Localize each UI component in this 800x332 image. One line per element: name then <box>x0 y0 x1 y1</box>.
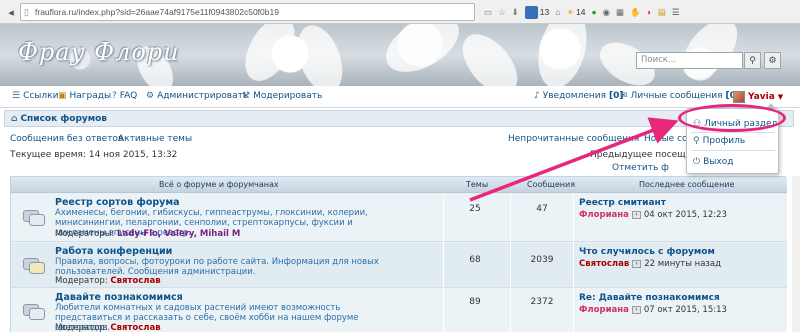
nav-links[interactable]: ☰ Ссылки <box>12 91 58 101</box>
forum-navbar: ☰ Ссылки ▣ Награды ? FAQ ⚙ Администрировать … <box>0 86 800 108</box>
column-divider <box>443 194 444 332</box>
last-post-meta: Святослав › 22 минуты назад <box>579 259 722 269</box>
column-divider <box>573 194 574 332</box>
nav-awards[interactable]: ▣ Награды <box>58 91 111 101</box>
posts-count: 2039 <box>530 255 554 265</box>
forum-title[interactable]: Реестр сортов форума <box>55 197 180 208</box>
user-icon: ⚲ <box>693 136 700 146</box>
page-scrollbar[interactable] <box>792 176 800 332</box>
header-last-post: Последнее сообщение <box>639 180 735 189</box>
site-header-banner: Фрау Флори Поиск... ⚲ ⚙ <box>0 24 800 86</box>
breadcrumb: ⌂ Список форумов <box>4 110 794 127</box>
mail-badge[interactable]: 13 <box>524 5 549 19</box>
nav-faq[interactable]: ? FAQ <box>112 91 137 101</box>
forum-description: Правила, вопросы, фотоуроки по работе са… <box>55 257 379 277</box>
hand-icon[interactable]: ✋ <box>630 7 641 18</box>
forum-moderators: Модераторы: Lady-Flo, Valery, Mihail M <box>55 229 241 239</box>
header-topics: Темы <box>466 180 489 189</box>
address-bar[interactable]: ▯ frauflora.ru/index.php?sid=26aae74af91… <box>20 3 475 21</box>
link-unanswered[interactable]: Сообщения без ответов <box>10 134 123 144</box>
breadcrumb-index[interactable]: ⌂ Список форумов <box>11 114 107 124</box>
last-post-meta: Флориана › 04 окт 2015, 12:23 <box>579 210 727 220</box>
menu-divider <box>691 150 775 151</box>
grid-icon[interactable]: ▦ <box>616 7 624 18</box>
last-post-title[interactable]: Что случилось с форумом <box>579 247 715 257</box>
page-icon: ▯ <box>24 7 29 17</box>
help-icon: ? <box>112 91 117 101</box>
table-row: Работа конференции Правила, вопросы, фот… <box>11 243 787 288</box>
menu-item-logout[interactable]: ⏻ Выход <box>693 157 733 167</box>
forum-locked-icon <box>23 255 45 275</box>
weather-badge[interactable]: ☀ 14 <box>566 7 585 18</box>
home-icon[interactable]: ⌂ <box>555 7 560 17</box>
nav-notifications[interactable]: ♪ Уведомления [0] <box>534 91 624 101</box>
menu-item-profile[interactable]: ⚲ Профиль <box>693 136 745 146</box>
mark-read-link[interactable]: Отметить ф <box>612 163 669 173</box>
forum-title[interactable]: Давайте познакомимся <box>55 292 183 303</box>
last-post-title[interactable]: Re: Давайте познакомимся <box>579 293 720 303</box>
caret-down-icon: ▼ <box>777 93 784 101</box>
pocket-icon[interactable]: ◗ <box>647 7 652 17</box>
current-time: Текущее время: 14 ноя 2015, 13:32 <box>10 150 178 160</box>
table-row: Реестр сортов форума Ахименесы, бегонии,… <box>11 194 787 242</box>
link-active-topics[interactable]: Активные темы <box>118 134 192 144</box>
topics-count: 89 <box>469 297 481 307</box>
back-icon[interactable]: ◂ <box>2 3 20 21</box>
goto-post-icon[interactable]: › <box>632 260 642 268</box>
posts-count: 47 <box>536 204 548 214</box>
downloads-icon[interactable]: ⬇ <box>512 7 519 18</box>
browser-toolbar: ◂ ▯ frauflora.ru/index.php?sid=26aae74af… <box>0 0 800 24</box>
power-icon: ⏻ <box>693 157 701 167</box>
forum-moderators: Модератор: Святослав <box>55 276 161 286</box>
reader-icon[interactable]: ▭ <box>484 7 492 18</box>
url-text: frauflora.ru/index.php?sid=26aae74af9175… <box>35 7 279 17</box>
last-visit: Предыдущее посещен <box>590 150 698 160</box>
table-row: Давайте познакомимся Любители комнатных … <box>11 289 787 332</box>
forum-read-icon <box>23 207 45 227</box>
nav-moderate[interactable]: ⚒ Модерировать <box>242 91 322 101</box>
gear-icon: ⚙ <box>146 91 155 101</box>
goto-post-icon[interactable]: › <box>631 211 641 219</box>
avatar <box>733 91 745 103</box>
header-forum[interactable]: Всё о форуме и форумчанах <box>159 180 279 189</box>
forum-title[interactable]: Работа конференции <box>55 246 172 257</box>
column-divider <box>510 194 511 332</box>
award-icon: ▣ <box>58 91 67 101</box>
last-post-meta: Флориана › 07 окт 2015, 15:13 <box>579 305 727 315</box>
extension-icon[interactable]: ● <box>591 7 596 17</box>
camera-icon[interactable]: ◉ <box>603 7 610 18</box>
link-unread[interactable]: Непрочитанные сообщения <box>508 134 639 144</box>
forum-moderators: Модератор: Святослав <box>55 323 161 332</box>
posts-count: 2372 <box>530 297 554 307</box>
gavel-icon: ⚒ <box>242 91 251 101</box>
site-logo[interactable]: Фрау Флори <box>18 38 180 66</box>
link-new-posts[interactable]: Новые со <box>644 134 688 144</box>
search-icon[interactable]: ⚲ <box>744 52 761 69</box>
last-post-title[interactable]: Реестр смитиант <box>579 198 666 208</box>
annotation-ellipse <box>678 104 786 132</box>
goto-post-icon[interactable]: › <box>631 306 641 314</box>
bookmark-star-icon[interactable]: ☆ <box>498 7 506 18</box>
menu-icon: ☰ <box>12 91 21 101</box>
gear-icon[interactable]: ⚙ <box>764 52 781 69</box>
nav-admin[interactable]: ⚙ Администрировать <box>146 91 248 101</box>
header-posts: Сообщения <box>527 180 576 189</box>
nav-private-messages[interactable]: ✉Личные сообщения [0] <box>620 91 740 101</box>
topics-count: 25 <box>469 204 481 214</box>
bell-icon: ♪ <box>534 91 540 101</box>
forum-read-icon <box>23 301 45 321</box>
table-header: Всё о форуме и форумчанах Темы Сообщения… <box>11 177 787 193</box>
menu-icon[interactable]: ☰ <box>672 7 680 18</box>
forum-table: Всё о форуме и форумчанах Темы Сообщения… <box>10 176 787 332</box>
user-menu[interactable]: Yavia ▼ <box>733 91 783 103</box>
home-icon: ⌂ <box>11 114 18 124</box>
topics-count: 68 <box>469 255 481 265</box>
menu-divider <box>691 132 775 133</box>
search-input[interactable]: Поиск... <box>636 52 743 69</box>
envelope-icon: ✉ <box>620 91 628 101</box>
notes-icon[interactable]: ▤ <box>658 7 666 18</box>
